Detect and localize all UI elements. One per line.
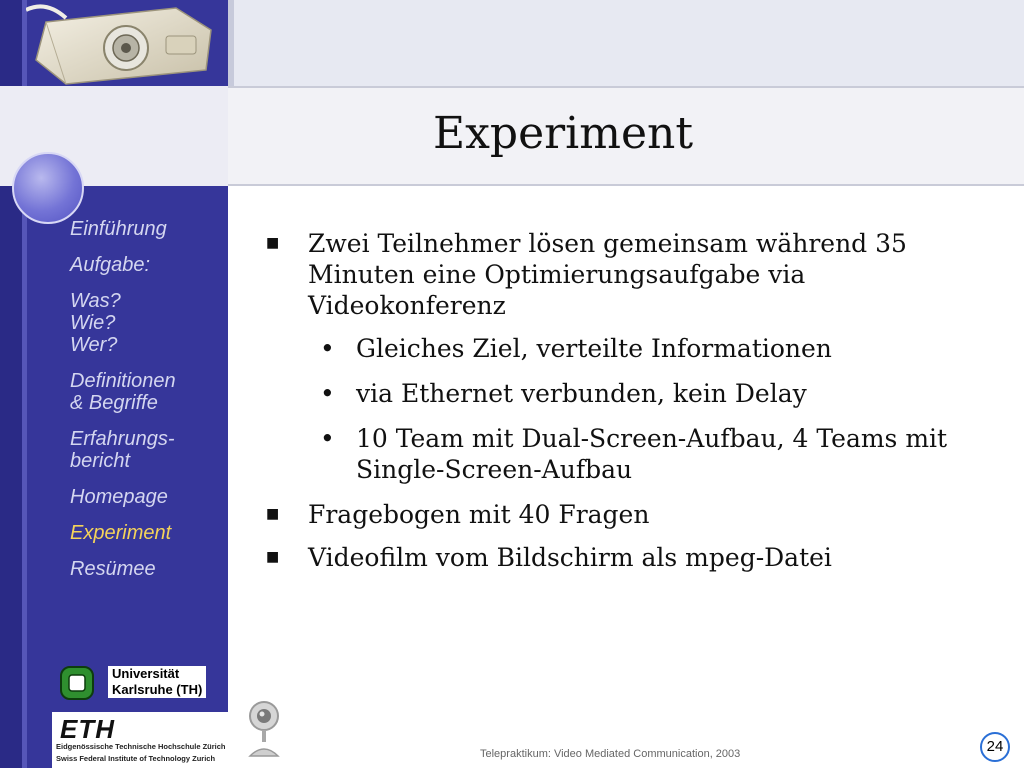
bullet-text: 10 Team mit Dual-Screen-Aufbau, 4 Teams …: [356, 424, 948, 484]
dot-bullet-icon: •: [320, 379, 335, 408]
slide-footer: Telepraktikum: Video Mediated Communicat…: [480, 748, 741, 760]
eth-name-en: Swiss Federal Institute of Technology Zu…: [56, 754, 216, 763]
slide-content: ■ Zwei Teilnehmer lösen gemeinsam währen…: [262, 228, 992, 585]
sub-bullet-item: • via Ethernet verbunden, kein Delay: [262, 378, 992, 409]
page-number-badge: 24: [980, 732, 1010, 762]
square-bullet-icon: ■: [266, 549, 280, 565]
webcam-icon: [248, 701, 280, 757]
bullet-item: ■ Fragebogen mit 40 Fragen: [262, 499, 992, 530]
eth-name-de: Eidgenössische Technische Hochschule Zür…: [56, 742, 226, 751]
sub-bullet-item: • 10 Team mit Dual-Screen-Aufbau, 4 Team…: [262, 423, 992, 485]
square-bullet-icon: ■: [266, 506, 280, 522]
nav-item-experiment[interactable]: Experiment: [70, 522, 220, 544]
slide-title: Experiment: [432, 108, 694, 159]
nav-item-erfahrungsbericht[interactable]: Erfahrungs- bericht: [70, 428, 220, 472]
section-nav: Einführung Aufgabe: Was? Wie? Wer? Defin…: [70, 218, 220, 594]
nav-item-resuemee[interactable]: Resümee: [70, 558, 220, 580]
nav-item-definitionen[interactable]: Definitionen & Begriffe: [70, 370, 220, 414]
nav-item-homepage[interactable]: Homepage: [70, 486, 220, 508]
decorative-circle: [12, 152, 84, 224]
bullet-text: Zwei Teilnehmer lösen gemeinsam während …: [308, 229, 907, 320]
dot-bullet-icon: •: [320, 334, 335, 363]
bullet-item: ■ Zwei Teilnehmer lösen gemeinsam währen…: [262, 228, 992, 321]
bullet-text: Gleiches Ziel, verteilte Informationen: [356, 334, 832, 363]
bullet-text: via Ethernet verbunden, kein Delay: [356, 379, 807, 408]
nav-item-was-wie-wer[interactable]: Was? Wie? Wer?: [70, 290, 220, 356]
university-logo-icon: [60, 666, 94, 700]
nav-item-aufgabe[interactable]: Aufgabe:: [70, 254, 220, 276]
header-block: [228, 0, 1024, 86]
sub-bullet-item: • Gleiches Ziel, verteilte Informationen: [262, 333, 992, 364]
university-name: Universität Karlsruhe (TH): [108, 666, 207, 698]
eth-logo: ETH: [60, 714, 115, 744]
projector-icon: [26, 4, 212, 85]
header-block-edge: [228, 0, 234, 86]
bullet-text: Videofilm vom Bildschirm als mpeg-Datei: [308, 543, 832, 572]
bullet-text: Fragebogen mit 40 Fragen: [308, 500, 650, 529]
bullet-item: ■ Videofilm vom Bildschirm als mpeg-Date…: [262, 542, 992, 573]
square-bullet-icon: ■: [266, 235, 280, 251]
dot-bullet-icon: •: [320, 424, 335, 453]
university-line-1: Universität: [112, 666, 180, 681]
nav-item-einfuehrung[interactable]: Einführung: [70, 218, 220, 240]
university-line-2: Karlsruhe (TH): [112, 682, 203, 697]
